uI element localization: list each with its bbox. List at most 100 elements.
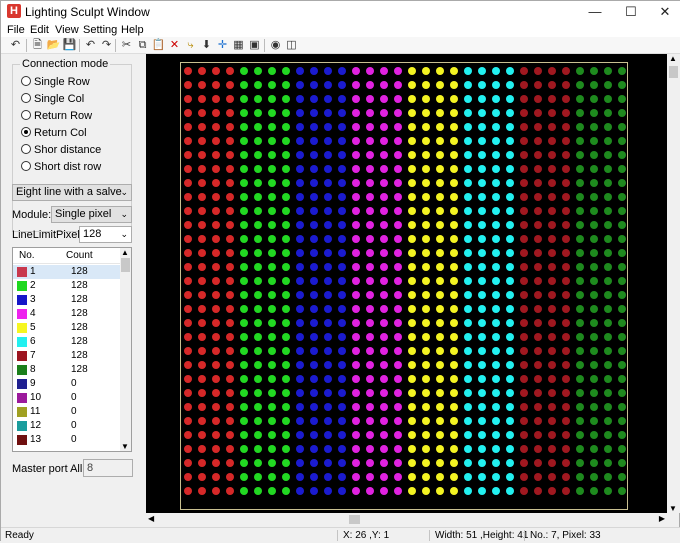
pixel-dot[interactable] (282, 67, 290, 75)
pixel-dot[interactable] (338, 487, 346, 495)
pixel-dot[interactable] (212, 123, 220, 131)
pixel-dot[interactable] (492, 263, 500, 271)
pixel-dot[interactable] (268, 179, 276, 187)
pixel-dot[interactable] (240, 263, 248, 271)
pixel-dot[interactable] (576, 417, 584, 425)
pixel-dot[interactable] (436, 179, 444, 187)
pixel-dot[interactable] (226, 249, 234, 257)
pixel-dot[interactable] (590, 67, 598, 75)
pixel-dot[interactable] (310, 235, 318, 243)
hscroll-thumb[interactable] (349, 515, 360, 524)
pixel-dot[interactable] (324, 151, 332, 159)
pixel-dot[interactable] (380, 389, 388, 397)
pixel-dot[interactable] (296, 235, 304, 243)
pixel-dot[interactable] (422, 221, 430, 229)
pixel-dot[interactable] (338, 249, 346, 257)
pixel-dot[interactable] (562, 165, 570, 173)
pixel-dot[interactable] (450, 165, 458, 173)
pixel-dot[interactable] (184, 207, 192, 215)
pixel-dot[interactable] (282, 417, 290, 425)
pixel-dot[interactable] (422, 473, 430, 481)
pixel-dot[interactable] (562, 487, 570, 495)
list-item[interactable]: 13 0 (13, 433, 121, 447)
pixel-dot[interactable] (338, 109, 346, 117)
pixel-dot[interactable] (296, 403, 304, 411)
pixel-dot[interactable] (198, 249, 206, 257)
pixel-dot[interactable] (296, 473, 304, 481)
pixel-dot[interactable] (478, 319, 486, 327)
list-item[interactable]: 6 128 (13, 335, 121, 349)
pixel-dot[interactable] (534, 221, 542, 229)
radio-single-col[interactable]: Single Col (21, 92, 84, 106)
pixel-dot[interactable] (464, 81, 472, 89)
horizontal-scrollbar[interactable]: ◀ ▶ (146, 513, 667, 526)
pixel-dot[interactable] (380, 193, 388, 201)
pixel-dot[interactable] (240, 389, 248, 397)
pixel-dot[interactable] (212, 193, 220, 201)
pixel-dot[interactable] (548, 179, 556, 187)
pixel-dot[interactable] (268, 123, 276, 131)
pixel-dot[interactable] (254, 95, 262, 103)
pixel-dot[interactable] (338, 431, 346, 439)
pixel-dot[interactable] (548, 235, 556, 243)
pixel-dot[interactable] (296, 137, 304, 145)
pixel-dot[interactable] (198, 81, 206, 89)
pixel-dot[interactable] (394, 319, 402, 327)
pixel-dot[interactable] (618, 333, 626, 341)
pixel-dot[interactable] (198, 221, 206, 229)
pixel-dot[interactable] (576, 81, 584, 89)
new-file-icon[interactable]: 🗎 (30, 38, 45, 53)
pixel-dot[interactable] (576, 137, 584, 145)
pixel-dot[interactable] (394, 445, 402, 453)
pixel-dot[interactable] (436, 487, 444, 495)
pixel-dot[interactable] (380, 473, 388, 481)
pixel-dot[interactable] (212, 235, 220, 243)
frame-icon[interactable]: ▣ (247, 38, 262, 53)
pixel-dot[interactable] (436, 403, 444, 411)
pixel-dot[interactable] (324, 221, 332, 229)
pixel-dot[interactable] (436, 291, 444, 299)
pixel-dot[interactable] (282, 263, 290, 271)
pixel-dot[interactable] (226, 389, 234, 397)
pixel-dot[interactable] (604, 389, 612, 397)
pixel-dot[interactable] (296, 109, 304, 117)
pixel-dot[interactable] (548, 263, 556, 271)
pixel-dot[interactable] (464, 109, 472, 117)
pixel-dot[interactable] (282, 151, 290, 159)
pixel-dot[interactable] (226, 319, 234, 327)
pixel-dot[interactable] (366, 95, 374, 103)
vertical-scrollbar[interactable]: ▲ ▼ (667, 54, 680, 513)
pixel-dot[interactable] (184, 291, 192, 299)
pixel-dot[interactable] (212, 179, 220, 187)
pixel-dot[interactable] (478, 81, 486, 89)
pixel-dot[interactable] (296, 95, 304, 103)
move-icon[interactable]: ⤷ (183, 38, 198, 53)
pixel-dot[interactable] (478, 193, 486, 201)
pixel-dot[interactable] (198, 137, 206, 145)
pixel-dot[interactable] (604, 417, 612, 425)
pixel-dot[interactable] (618, 179, 626, 187)
pixel-dot[interactable] (352, 95, 360, 103)
list-item[interactable]: 4 128 (13, 307, 121, 321)
pixel-dot[interactable] (254, 179, 262, 187)
pixel-dot[interactable] (184, 319, 192, 327)
pixel-dot[interactable] (478, 109, 486, 117)
pixel-dot[interactable] (436, 389, 444, 397)
pixel-dot[interactable] (464, 459, 472, 467)
pixel-dot[interactable] (226, 403, 234, 411)
pixel-dot[interactable] (394, 431, 402, 439)
pixel-dot[interactable] (562, 375, 570, 383)
pixel-dot[interactable] (394, 123, 402, 131)
pixel-dot[interactable] (310, 179, 318, 187)
pixel-dot[interactable] (352, 207, 360, 215)
pixel-dot[interactable] (562, 459, 570, 467)
pixel-dot[interactable] (226, 95, 234, 103)
pixel-dot[interactable] (562, 67, 570, 75)
pixel-dot[interactable] (520, 333, 528, 341)
pixel-dot[interactable] (464, 179, 472, 187)
pixel-dot[interactable] (604, 137, 612, 145)
pixel-dot[interactable] (534, 403, 542, 411)
pixel-dot[interactable] (506, 179, 514, 187)
pixel-dot[interactable] (324, 165, 332, 173)
radio-selected-icon[interactable] (21, 127, 31, 137)
